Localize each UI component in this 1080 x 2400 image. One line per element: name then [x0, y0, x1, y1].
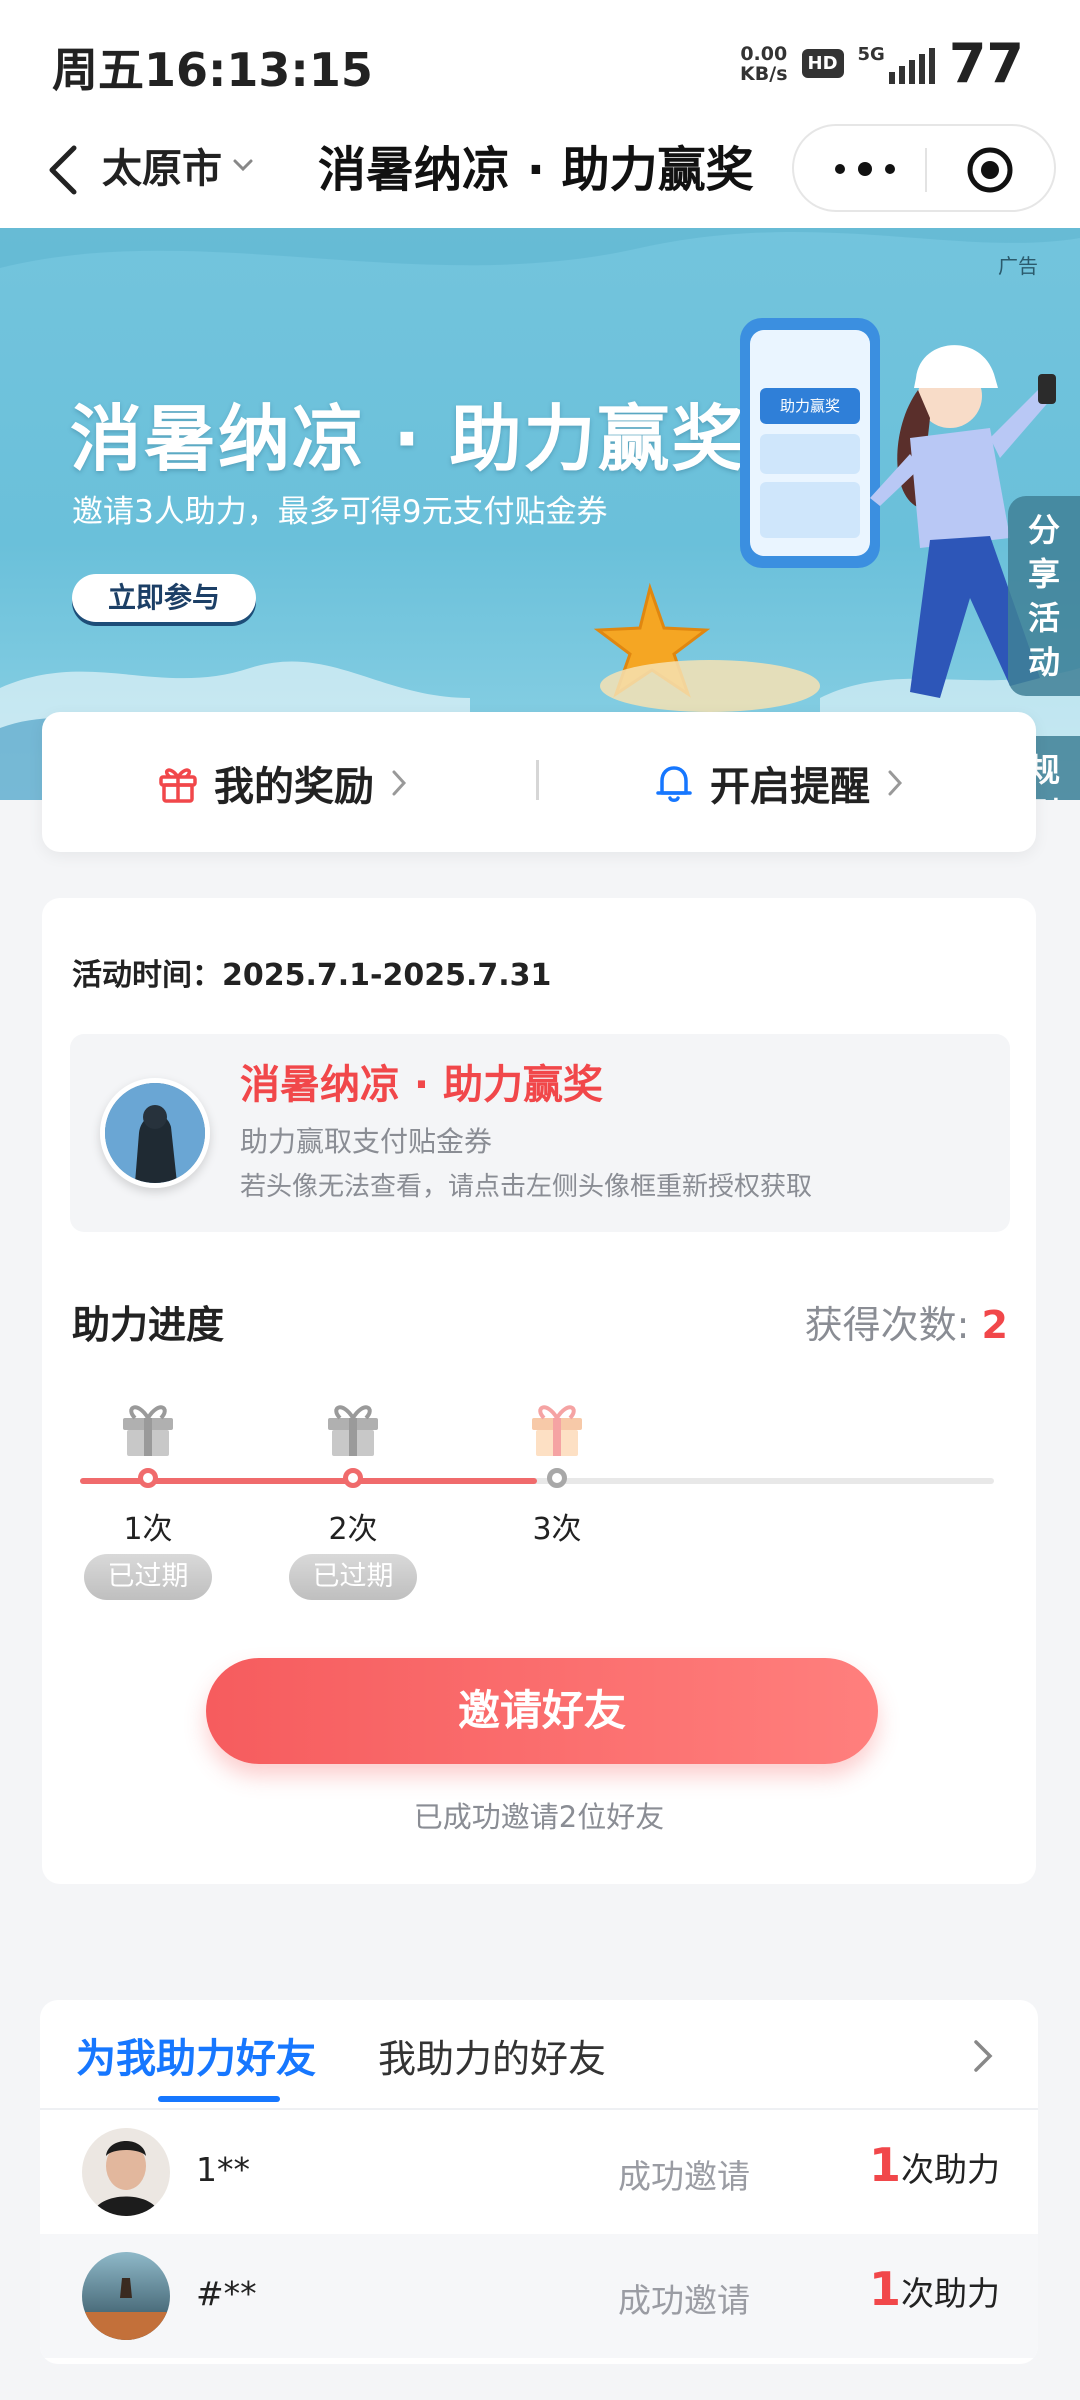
activity-info-box: 消暑纳凉 · 助力赢奖 助力赢取支付贴金券 若头像无法查看，请点击左侧头像框重新…	[70, 1034, 1010, 1232]
chevron-right-icon[interactable]	[968, 2036, 998, 2076]
step-label-1: 1次	[123, 1512, 173, 1547]
invited-count-text: 已成功邀请2位好友	[413, 1800, 665, 1834]
join-now-button[interactable]: 立即参与	[72, 574, 256, 622]
network-speed: 0.00 KB/s	[740, 44, 787, 84]
progress-node-2	[343, 1468, 363, 1488]
expired-badge-1: 已过期	[84, 1554, 212, 1600]
signal-icon: 5G	[858, 44, 935, 84]
target-icon[interactable]	[966, 146, 1014, 194]
obtained-count-value: 2	[981, 1303, 1008, 1347]
step-label-2: 2次	[328, 1512, 378, 1547]
status-bar: 周五16:13:15 0.00 KB/s HD 5G 77	[0, 0, 1080, 122]
help-count-value: 1	[868, 2138, 901, 2192]
progress-title: 助力进度	[72, 1303, 225, 1347]
back-arrow-icon[interactable]	[40, 140, 90, 200]
city-name: 太原市	[102, 146, 222, 192]
friend-status: 成功邀请	[618, 2157, 750, 2196]
friend-name: 1**	[196, 2150, 250, 2189]
user-avatar[interactable]	[100, 1078, 210, 1188]
progress-node-1	[138, 1468, 158, 1488]
expired-badge-2: 已过期	[289, 1554, 417, 1600]
enable-reminder-button[interactable]: 开启提醒	[652, 754, 906, 812]
mini-program-capsule	[792, 124, 1056, 212]
activity-info-desc: 助力赢取支付贴金券	[240, 1125, 493, 1158]
friend-status: 成功邀请	[618, 2281, 750, 2320]
more-icon[interactable]	[830, 156, 900, 182]
list-item[interactable]: #** 成功邀请 1次助力	[40, 2234, 1038, 2358]
active-tab-indicator	[158, 2096, 280, 2102]
battery-level: 77	[948, 32, 1024, 95]
banner-subtitle: 邀请3人助力，最多可得9元支付贴金券	[72, 494, 608, 530]
step-label-3: 3次	[532, 1512, 582, 1547]
help-count-unit: 次助力	[901, 2274, 1000, 2313]
activity-info-hint: 若头像无法查看，请点击左侧头像框重新授权获取	[240, 1172, 813, 1202]
page-title: 消暑纳凉 · 助力赢奖	[318, 142, 754, 198]
activity-card: 活动时间：2025.7.1-2025.7.31 消暑纳凉 · 助力赢奖 助力赢取…	[42, 898, 1036, 1884]
tab-i-helped[interactable]: 我助力的好友	[378, 2028, 606, 2083]
share-activity-tab[interactable]: 分享活动	[1008, 496, 1080, 696]
help-count-value: 1	[868, 2262, 901, 2316]
obtained-count-label: 获得次数:	[804, 1303, 970, 1347]
gift-icon	[328, 1405, 378, 1456]
hd-badge: HD	[801, 49, 844, 78]
list-item[interactable]: 1** 成功邀请 1次助力	[40, 2110, 1038, 2234]
share-activity-label: 分享活动	[1027, 511, 1060, 681]
obtained-count: 获得次数: 2	[805, 1294, 1008, 1349]
chevron-down-icon	[233, 159, 253, 172]
gift-icon	[123, 1405, 173, 1456]
capsule-divider	[925, 148, 927, 192]
friend-name: #**	[196, 2274, 257, 2313]
friend-avatar	[82, 2252, 170, 2340]
my-reward-label: 我的奖励	[214, 764, 374, 810]
gift-icon	[159, 768, 197, 803]
progress-node-3	[547, 1468, 567, 1488]
network-speed-value: 0.00	[740, 42, 788, 65]
avatar-image	[105, 1083, 205, 1183]
chevron-right-icon	[888, 770, 903, 796]
my-reward-button[interactable]: 我的奖励	[156, 754, 410, 812]
enable-reminder-label: 开启提醒	[710, 764, 870, 810]
city-selector[interactable]: 太原市	[102, 136, 258, 194]
progress-track	[80, 1478, 994, 1484]
reward-divider	[536, 760, 539, 800]
network-speed-unit: KB/s	[740, 62, 788, 85]
ad-label: 广告	[998, 254, 1038, 278]
friends-card: 为我助力好友 我助力的好友 1** 成功邀请 1次助力 #** 成功邀请 1次助…	[40, 2000, 1038, 2364]
activity-info-title: 消暑纳凉 · 助力赢奖	[240, 1062, 604, 1108]
friend-avatar	[82, 2128, 170, 2216]
reward-bar: 我的奖励 开启提醒	[42, 712, 1036, 852]
gift-icon	[532, 1405, 582, 1456]
friend-help-count: 1次助力	[869, 2262, 1000, 2316]
network-type: 5G	[857, 43, 885, 65]
phone-screen-title: 助力赢奖	[780, 397, 840, 415]
tab-helped-me[interactable]: 为我助力好友	[76, 2026, 316, 2084]
activity-period: 活动时间：2025.7.1-2025.7.31	[72, 958, 552, 993]
status-time: 周五16:13:15	[52, 43, 373, 97]
nav-bar: 太原市 消暑纳凉 · 助力赢奖	[0, 122, 1080, 228]
help-count-unit: 次助力	[901, 2150, 1000, 2189]
chevron-right-icon	[392, 770, 407, 796]
status-indicators: 0.00 KB/s HD 5G 77	[740, 32, 1024, 95]
friend-help-count: 1次助力	[869, 2138, 1000, 2192]
invite-friends-button[interactable]: 邀请好友	[206, 1658, 878, 1764]
bell-icon	[656, 766, 692, 802]
